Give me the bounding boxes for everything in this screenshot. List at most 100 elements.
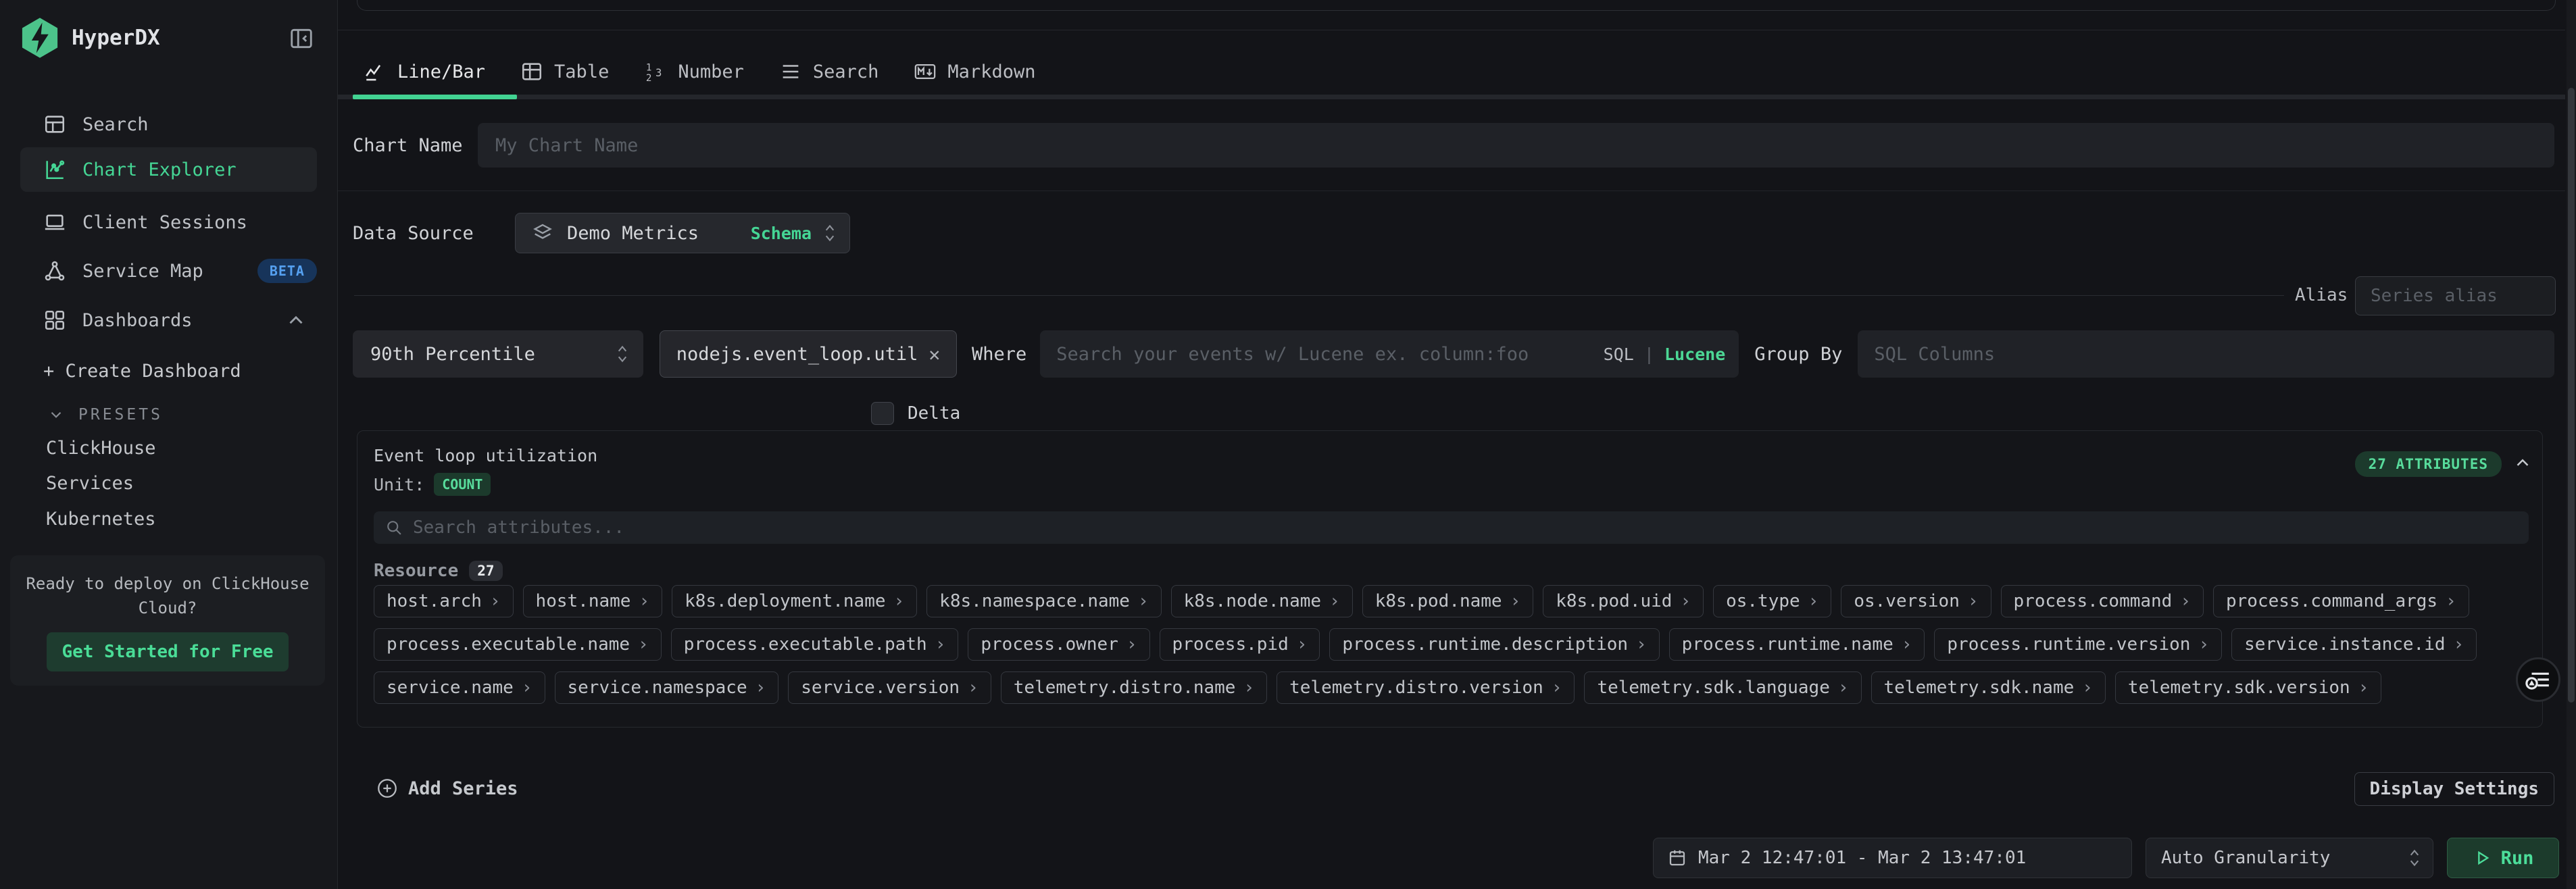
chevron-right-icon: › bbox=[1552, 678, 1562, 698]
sidebar-item-label: Service Map bbox=[82, 261, 203, 282]
schema-link[interactable]: Schema bbox=[751, 224, 812, 243]
scrollbar-track[interactable] bbox=[2567, 0, 2576, 889]
delta-checkbox[interactable] bbox=[871, 402, 894, 425]
where-search-input[interactable]: Search your events w/ Lucene ex. column:… bbox=[1040, 330, 1739, 378]
alias-label: Alias bbox=[2295, 285, 2348, 305]
attribute-chip[interactable]: process.runtime.name › bbox=[1669, 628, 1925, 661]
attribute-chip[interactable]: process.owner › bbox=[968, 628, 1149, 661]
sidebar-item-label: Chart Explorer bbox=[82, 159, 237, 180]
tab-table[interactable]: Table bbox=[510, 51, 620, 92]
attribute-chip[interactable]: process.pid › bbox=[1160, 628, 1320, 661]
event-log-icon bbox=[2525, 667, 2551, 692]
preset-services[interactable]: Services bbox=[46, 473, 134, 494]
attribute-chip[interactable]: telemetry.distro.version › bbox=[1277, 671, 1575, 704]
granularity-value: Auto Granularity bbox=[2161, 848, 2330, 868]
metric-field-chip[interactable]: nodejs.event_loop.util ✕ bbox=[660, 330, 957, 378]
chevron-right-icon: › bbox=[1968, 591, 1979, 611]
aggregation-select[interactable]: 90th Percentile bbox=[353, 330, 643, 378]
chevron-right-icon: › bbox=[2082, 678, 2093, 698]
attribute-chip[interactable]: process.executable.name › bbox=[374, 628, 662, 661]
attribute-chip-label: process.runtime.name bbox=[1682, 634, 1893, 655]
alias-input[interactable]: Series alias bbox=[2355, 276, 2556, 315]
add-series-button[interactable]: Add Series bbox=[376, 777, 518, 800]
preset-kubernetes[interactable]: Kubernetes bbox=[46, 509, 156, 530]
svg-text:1: 1 bbox=[646, 63, 652, 74]
resource-group-header: Resource 27 bbox=[374, 561, 503, 581]
tab-search[interactable]: Search bbox=[768, 51, 890, 92]
divider bbox=[354, 295, 2284, 296]
attribute-chip[interactable]: host.arch › bbox=[374, 585, 514, 617]
granularity-select[interactable]: Auto Granularity bbox=[2146, 838, 2433, 878]
attribute-chip-label: service.version bbox=[801, 678, 960, 698]
attribute-chip-label: process.runtime.description bbox=[1342, 634, 1628, 655]
sidebar-item-service-map[interactable]: Service Map BETA bbox=[20, 251, 317, 290]
sidebar-item-search[interactable]: Search bbox=[20, 105, 317, 144]
attribute-chip-label: process.owner bbox=[981, 634, 1118, 655]
attribute-chip[interactable]: k8s.namespace.name › bbox=[926, 585, 1161, 617]
sidebar-item-dashboards[interactable]: Dashboards bbox=[20, 301, 317, 340]
attribute-chip[interactable]: process.executable.path › bbox=[671, 628, 959, 661]
chevron-right-icon: › bbox=[935, 634, 946, 655]
attribute-chip-label: process.runtime.version bbox=[1947, 634, 2190, 655]
attribute-chip[interactable]: telemetry.sdk.name › bbox=[1871, 671, 2106, 704]
attribute-chip[interactable]: process.runtime.description › bbox=[1329, 628, 1659, 661]
attribute-chip-label: process.command_args bbox=[2226, 591, 2437, 611]
attribute-chip[interactable]: os.version › bbox=[1841, 585, 1991, 617]
attribute-search-input[interactable]: Search attributes... bbox=[374, 511, 2529, 544]
number-123-icon: 1 2 3 bbox=[644, 60, 667, 83]
attribute-chip[interactable]: host.name › bbox=[523, 585, 663, 617]
scrollbar-thumb[interactable] bbox=[2568, 88, 2575, 703]
chevron-up-icon[interactable] bbox=[284, 309, 307, 332]
circle-plus-icon bbox=[376, 777, 399, 800]
sql-lucene-toggle[interactable]: SQL | Lucene bbox=[1604, 345, 1726, 364]
collapse-sidebar-icon[interactable] bbox=[289, 26, 314, 51]
attribute-chip[interactable]: service.name › bbox=[374, 671, 545, 704]
attribute-chip[interactable]: k8s.pod.name › bbox=[1362, 585, 1534, 617]
chart-name-input[interactable]: My Chart Name bbox=[478, 123, 2554, 168]
get-started-button[interactable]: Get Started for Free bbox=[47, 632, 289, 671]
attribute-chip[interactable]: service.instance.id › bbox=[2231, 628, 2477, 661]
chevron-right-icon: › bbox=[2358, 678, 2369, 698]
search-results-icon bbox=[43, 113, 66, 136]
presets-header[interactable]: PRESETS bbox=[47, 406, 163, 424]
display-settings-button[interactable]: Display Settings bbox=[2354, 772, 2554, 806]
attributes-count-badge: 27 ATTRIBUTES bbox=[2355, 451, 2502, 477]
close-icon[interactable]: ✕ bbox=[928, 343, 940, 365]
attribute-chip[interactable]: telemetry.sdk.version › bbox=[2115, 671, 2381, 704]
attribute-chip[interactable]: process.command › bbox=[2001, 585, 2204, 617]
chevron-right-icon: › bbox=[2198, 634, 2209, 655]
data-source-select[interactable]: Demo Metrics Schema bbox=[515, 213, 850, 253]
attribute-chip[interactable]: process.command_args › bbox=[2213, 585, 2469, 617]
tab-markdown[interactable]: Markdown bbox=[903, 51, 1046, 92]
attribute-chip[interactable]: service.version › bbox=[788, 671, 991, 704]
sidebar-item-label: Dashboards bbox=[82, 310, 193, 331]
attribute-chip[interactable]: process.runtime.version › bbox=[1934, 628, 2222, 661]
metric-details-panel: Event loop utilization Unit: COUNT 27 AT… bbox=[357, 430, 2543, 728]
attribute-chip-label: k8s.namespace.name bbox=[939, 591, 1130, 611]
attribute-chip[interactable]: telemetry.distro.name › bbox=[1001, 671, 1267, 704]
chevron-right-icon: › bbox=[894, 591, 905, 611]
beta-badge: BETA bbox=[257, 259, 317, 283]
tab-number[interactable]: 1 2 3 Number bbox=[633, 51, 755, 92]
floating-action-button[interactable] bbox=[2516, 657, 2560, 702]
attribute-chip[interactable]: k8s.pod.uid › bbox=[1543, 585, 1704, 617]
brand-name: HyperDX bbox=[72, 26, 160, 50]
sidebar-item-chart-explorer[interactable]: Chart Explorer bbox=[20, 147, 317, 192]
sidebar-item-client-sessions[interactable]: Client Sessions bbox=[20, 203, 317, 242]
chevron-up-icon[interactable] bbox=[2512, 453, 2533, 473]
attribute-chip[interactable]: service.namespace › bbox=[555, 671, 779, 704]
tab-line-bar[interactable]: Line/Bar bbox=[353, 51, 496, 92]
group-by-input[interactable]: SQL Columns bbox=[1858, 330, 2554, 378]
attribute-chip-label: process.command bbox=[2014, 591, 2173, 611]
create-dashboard-button[interactable]: + Create Dashboard bbox=[43, 361, 241, 382]
attribute-chip[interactable]: k8s.node.name › bbox=[1171, 585, 1353, 617]
attribute-chip[interactable]: telemetry.sdk.language › bbox=[1584, 671, 1861, 704]
time-range-picker[interactable]: Mar 2 12:47:01 - Mar 2 13:47:01 bbox=[1653, 838, 2132, 878]
chevron-right-icon: › bbox=[1838, 678, 1849, 698]
run-button[interactable]: Run bbox=[2447, 838, 2559, 878]
preset-clickhouse[interactable]: ClickHouse bbox=[46, 438, 156, 459]
attribute-chip[interactable]: k8s.deployment.name › bbox=[672, 585, 917, 617]
attribute-chip-label: service.namespace bbox=[568, 678, 747, 698]
attribute-chip[interactable]: os.type › bbox=[1713, 585, 1831, 617]
chevron-right-icon: › bbox=[2180, 591, 2191, 611]
